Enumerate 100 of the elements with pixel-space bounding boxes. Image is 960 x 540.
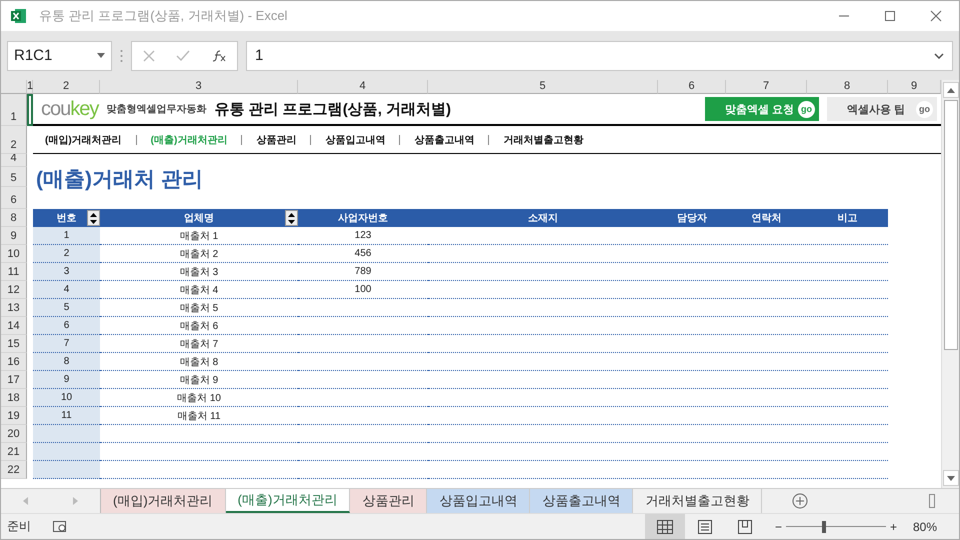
table-cell: 11: [33, 407, 100, 425]
row-header[interactable]: 6: [1, 187, 27, 209]
sheet-tab[interactable]: (매출)거래처관리: [226, 489, 350, 513]
macro-record-icon[interactable]: [53, 520, 67, 532]
column-header[interactable]: 4: [298, 80, 428, 94]
grip-icon: [120, 48, 123, 62]
table-cell: 매출처 5: [100, 299, 298, 317]
zoom-level: 80%: [912, 520, 937, 534]
active-cell[interactable]: [27, 94, 33, 126]
scroll-down-button[interactable]: [942, 470, 958, 486]
table-cell: 4: [33, 281, 100, 299]
window-title: 유통 관리 프로그램(상품, 거래처별) - Excel: [39, 7, 288, 25]
table-cell: 매출처 4: [100, 281, 298, 299]
row-header[interactable]: 1: [1, 94, 27, 126]
row-header[interactable]: 19: [1, 407, 27, 425]
row-header[interactable]: 22: [1, 461, 27, 479]
splitter-icon[interactable]: [929, 494, 935, 508]
row-header[interactable]: 11: [1, 263, 27, 281]
up-arrow-icon: [946, 88, 954, 92]
table-cell: 매출처 10: [100, 389, 298, 407]
row-header[interactable]: 14: [1, 317, 27, 335]
row-header[interactable]: 17: [1, 371, 27, 389]
column-heading: 업체명: [100, 209, 298, 227]
row-header[interactable]: 13: [1, 299, 27, 317]
column-header[interactable]: 5: [428, 80, 658, 94]
table-cell: 9: [33, 371, 100, 389]
column-heading: 담당자: [658, 209, 726, 227]
nav-link[interactable]: 상품출고내역: [414, 132, 474, 146]
table-cell: 8: [33, 353, 100, 371]
table-cell: 456: [298, 245, 428, 263]
name-box[interactable]: R1C1: [7, 40, 112, 70]
table-cell: 5: [33, 299, 100, 317]
program-title: 유통 관리 프로그램(상품, 거래처별): [214, 100, 452, 118]
zoom-in-button[interactable]: +: [890, 520, 897, 534]
column-header[interactable]: 7: [726, 80, 807, 94]
page-icon: [698, 520, 712, 534]
grid-icon: [656, 520, 673, 534]
table-cell: 매출처 9: [100, 371, 298, 389]
nav-link[interactable]: 상품입고내역: [325, 132, 386, 146]
column-header[interactable]: 8: [807, 80, 888, 94]
page-break-icon: [738, 520, 752, 534]
row-header[interactable]: 8: [1, 209, 27, 227]
table-cell: 7: [33, 335, 100, 353]
sheet-tab[interactable]: 상품출고내역: [530, 489, 634, 513]
column-heading: 연락처: [726, 209, 807, 227]
sheet-tab[interactable]: 상품관리: [350, 489, 428, 513]
zoom-thumb[interactable]: [822, 520, 826, 532]
table-cell: 매출처 6: [100, 317, 298, 335]
formula-field[interactable]: 1: [246, 40, 953, 70]
status-text: 준비: [7, 518, 31, 535]
column-header[interactable]: 1: [27, 80, 33, 94]
page-title: (매출)거래처 관리: [35, 166, 204, 192]
nav-link[interactable]: (매입)거래처관리: [45, 132, 122, 146]
scroll-thumb[interactable]: [944, 100, 958, 350]
down-arrow-icon: [946, 476, 954, 480]
row-header[interactable]: 18: [1, 389, 27, 407]
row-header[interactable]: 20: [1, 425, 27, 443]
table-cell: 1: [33, 227, 100, 245]
zoom-out-button[interactable]: −: [774, 520, 782, 534]
row-header[interactable]: 2: [1, 126, 27, 154]
column-heading: 소재지: [428, 209, 658, 227]
table-cell: 매출처 3: [100, 263, 298, 281]
table-cell: 2: [33, 245, 100, 263]
table-cell: 3: [33, 263, 100, 281]
sort-spinner-icon[interactable]: [285, 210, 298, 226]
sheet-tab[interactable]: (매입)거래처관리: [101, 489, 226, 513]
table-cell: 매출처 7: [100, 335, 298, 353]
column-header[interactable]: 3: [100, 80, 298, 94]
table-cell: 789: [298, 263, 428, 281]
table-cell: 123: [298, 227, 428, 245]
row-header[interactable]: 12: [1, 281, 27, 299]
row-header[interactable]: 16: [1, 353, 27, 371]
nav-link[interactable]: 상품관리: [256, 132, 296, 146]
maximize-icon: [884, 10, 896, 22]
expand-chevron-icon[interactable]: [934, 52, 944, 58]
add-sheet-icon[interactable]: [792, 493, 808, 509]
column-header[interactable]: 6: [658, 80, 726, 94]
function-icon[interactable]: [212, 50, 226, 62]
column-heading: 비고: [807, 209, 888, 227]
close-icon: [930, 10, 942, 22]
column-heading: 사업자번호: [298, 209, 428, 227]
row-header[interactable]: 10: [1, 245, 27, 263]
row-header[interactable]: 9: [1, 227, 27, 245]
link-button[interactable]: 엑셀사용 팁 go: [827, 97, 937, 121]
nav-link[interactable]: 거래처별출고현황: [503, 132, 584, 146]
table-cell: 6: [33, 317, 100, 335]
row-header[interactable]: 21: [1, 443, 27, 461]
column-heading: 번호: [33, 209, 100, 227]
table-cell: 매출처 2: [100, 245, 298, 263]
table-cell: 100: [298, 281, 428, 299]
row-header[interactable]: 15: [1, 335, 27, 353]
normal-view-button[interactable]: [644, 514, 685, 539]
table-cell: 매출처 1: [100, 227, 298, 245]
column-header[interactable]: 2: [33, 80, 100, 94]
table-cell: 매출처 11: [100, 407, 298, 425]
sheet-tab[interactable]: 상품입고내역: [427, 489, 530, 513]
row-header[interactable]: 5: [1, 167, 27, 187]
sort-spinner-icon[interactable]: [87, 210, 100, 226]
scroll-up-button[interactable]: [942, 82, 958, 98]
check-icon[interactable]: [176, 50, 190, 62]
